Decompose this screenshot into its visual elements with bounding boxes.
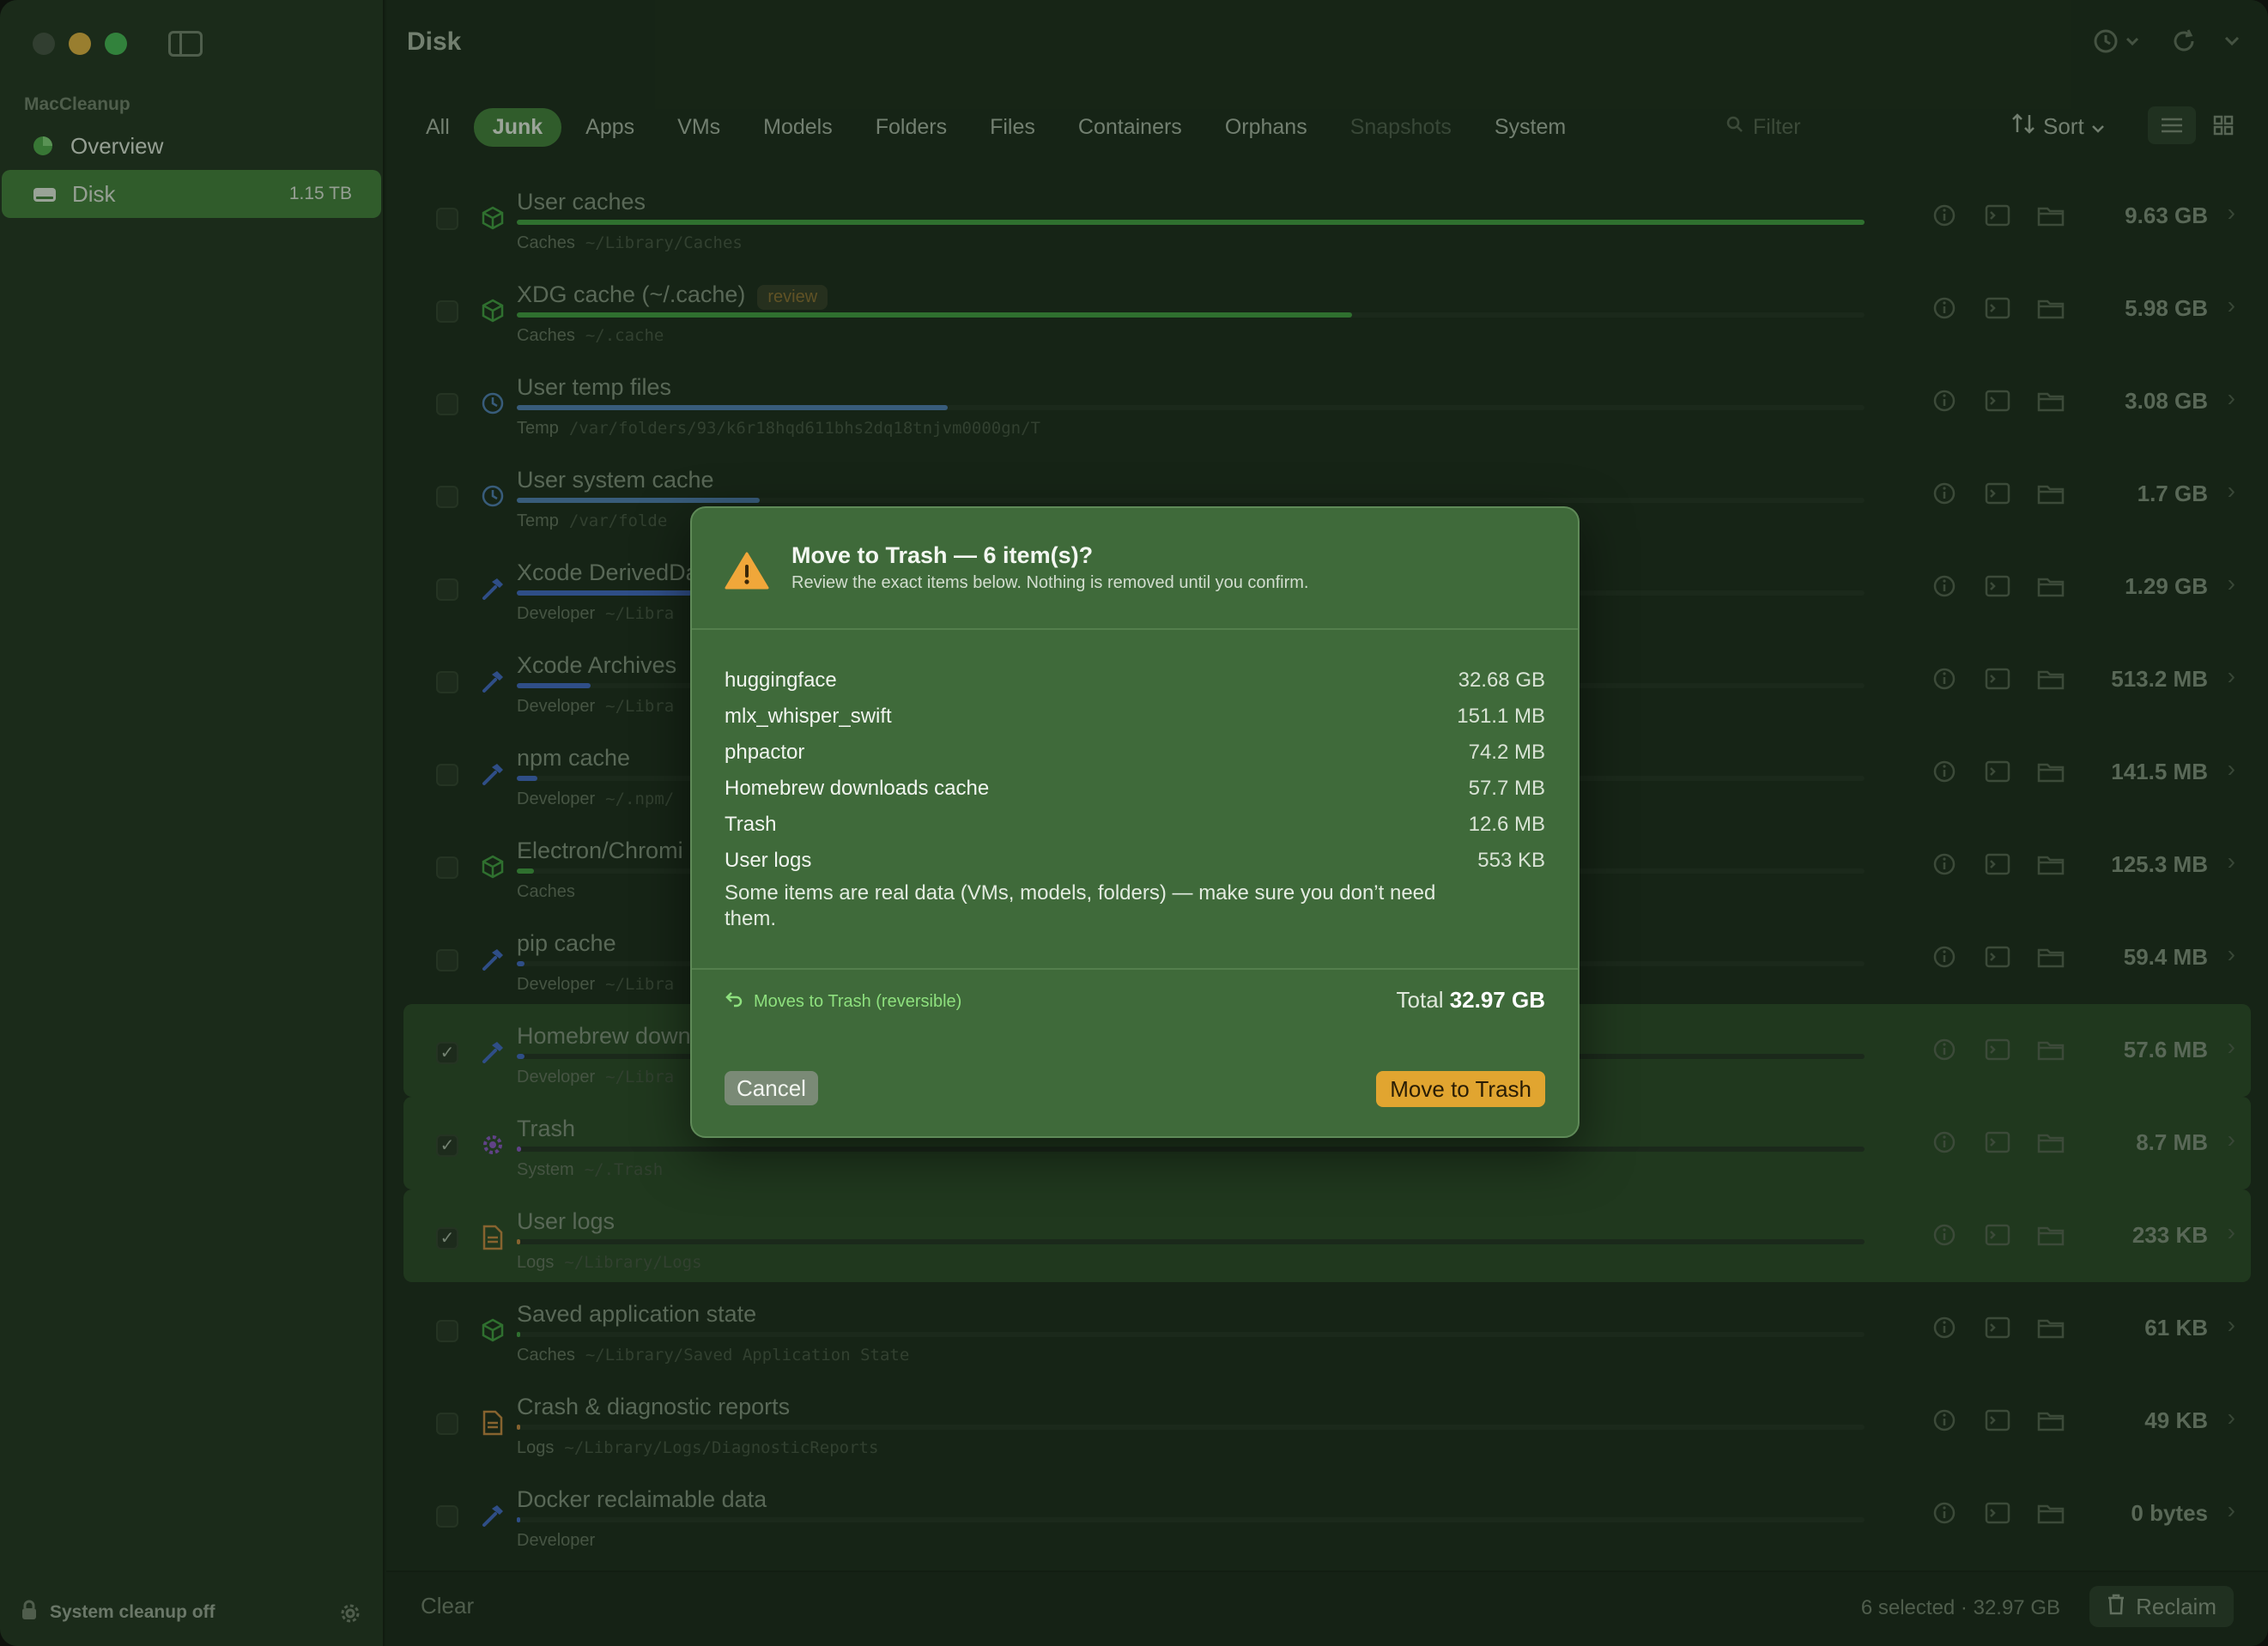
reversible-label: Moves to Trash (reversible) bbox=[754, 991, 962, 1011]
reversible-indicator: Moves to Trash (reversible) bbox=[725, 990, 961, 1013]
item-name: Homebrew downloads cache bbox=[725, 777, 990, 800]
dialog-item: phpactor 74.2 MB bbox=[725, 735, 1545, 771]
dialog-warning-note: Some items are real data (VMs, models, f… bbox=[725, 881, 1436, 930]
item-size: 553 KB bbox=[1477, 849, 1545, 872]
total-label: Total bbox=[1396, 987, 1444, 1013]
divider bbox=[692, 628, 1578, 630]
cancel-button[interactable]: Cancel bbox=[725, 1071, 818, 1105]
dialog-item: Homebrew downloads cache 57.7 MB bbox=[725, 771, 1545, 807]
item-size: 57.7 MB bbox=[1468, 777, 1545, 800]
undo-arrow-icon bbox=[725, 990, 743, 1013]
dialog-items-list: huggingface 32.68 GB mlx_whisper_swift 151… bbox=[725, 663, 1545, 879]
confirm-dialog: Move to Trash — 6 item(s)? Review the ex… bbox=[690, 506, 1580, 1138]
dialog-item: User logs 553 KB bbox=[725, 843, 1545, 879]
item-size: 74.2 MB bbox=[1468, 741, 1545, 764]
dialog-total: Total 32.97 GB bbox=[1397, 987, 1545, 1014]
item-name: phpactor bbox=[725, 741, 805, 764]
dialog-title: Move to Trash — 6 item(s)? bbox=[791, 542, 1094, 568]
item-name: Trash bbox=[725, 813, 777, 836]
item-name: huggingface bbox=[725, 669, 837, 692]
item-size: 151.1 MB bbox=[1457, 705, 1545, 728]
item-name: mlx_whisper_swift bbox=[725, 705, 892, 728]
app-window: MacCleanup Overview Disk 1.15 TB System … bbox=[0, 0, 2268, 1646]
item-size: 32.68 GB bbox=[1458, 669, 1545, 692]
dialog-item: huggingface 32.68 GB bbox=[725, 663, 1545, 699]
dialog-item: mlx_whisper_swift 151.1 MB bbox=[725, 699, 1545, 735]
item-size: 12.6 MB bbox=[1468, 813, 1545, 836]
divider bbox=[692, 968, 1578, 970]
item-name: User logs bbox=[725, 849, 812, 872]
total-value: 32.97 GB bbox=[1449, 987, 1545, 1013]
move-to-trash-button[interactable]: Move to Trash bbox=[1376, 1071, 1545, 1107]
dialog-subtitle: Review the exact items below. Nothing is… bbox=[791, 573, 1309, 592]
warning-icon bbox=[725, 551, 769, 595]
dialog-item: Trash 12.6 MB bbox=[725, 807, 1545, 843]
